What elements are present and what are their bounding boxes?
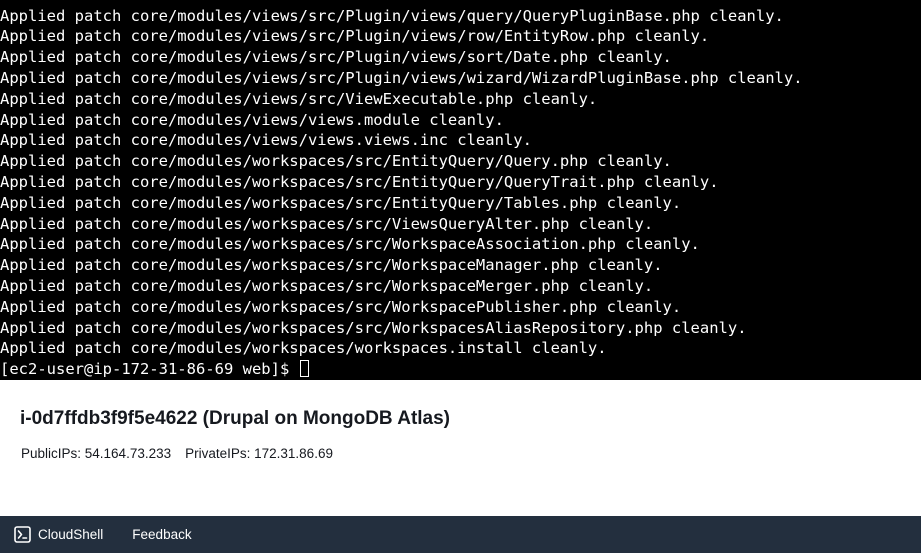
terminal-line: Applied patch core/modules/workspaces/sr… (0, 256, 663, 275)
terminal-output: Applied patch core/modules/views/src/Plu… (0, 6, 921, 380)
instance-title: i-0d7ffdb3f9f5e4622 (Drupal on MongoDB A… (20, 408, 451, 429)
terminal-line: Applied patch core/modules/workspaces/sr… (0, 277, 654, 296)
shell-prompt: [ec2-user@ip-172-31-86-69 web]$ (0, 360, 299, 379)
terminal-line: Applied patch core/modules/views/src/Plu… (0, 6, 784, 25)
terminal-line: Applied patch core/modules/views/src/Vie… (0, 89, 598, 108)
terminal-line: Applied patch core/modules/workspaces/sr… (0, 235, 700, 254)
terminal-cursor (299, 360, 309, 378)
feedback-button[interactable]: Feedback (132, 527, 191, 542)
terminal-line: Applied patch core/modules/workspaces/sr… (0, 193, 682, 212)
terminal-prompt-line[interactable]: [ec2-user@ip-172-31-86-69 web]$ (0, 359, 921, 380)
terminal-line: Applied patch core/modules/workspaces/sr… (0, 297, 682, 316)
terminal-line: Applied patch core/modules/workspaces/sr… (0, 152, 672, 171)
terminal-line: Applied patch core/modules/workspaces/sr… (0, 318, 747, 337)
terminal-window[interactable]: Applied patch core/modules/views/src/Plu… (0, 0, 921, 380)
public-ips: PublicIPs: 54.164.73.233 (21, 446, 172, 461)
cloudshell-button[interactable]: CloudShell (14, 526, 103, 543)
feedback-label: Feedback (132, 527, 192, 542)
terminal-line: Applied patch core/modules/views/src/Plu… (0, 69, 803, 88)
terminal-line: Applied patch core/modules/workspaces/sr… (0, 214, 654, 233)
terminal-line: Applied patch core/modules/views/views.v… (0, 131, 532, 150)
console-footer: CloudShell Feedback (0, 516, 921, 553)
instance-info-panel: i-0d7ffdb3f9f5e4622 (Drupal on MongoDB A… (0, 380, 921, 516)
private-ips: PrivateIPs: 172.31.86.69 (185, 446, 333, 461)
terminal-line: Applied patch core/modules/views/src/Plu… (0, 48, 672, 67)
cloudshell-label: CloudShell (38, 527, 104, 542)
terminal-line: Applied patch core/modules/workspaces/sr… (0, 173, 719, 192)
terminal-line: Applied patch core/modules/views/views.m… (0, 110, 504, 129)
terminal-line: Applied patch core/modules/views/src/Plu… (0, 27, 710, 46)
instance-ip-addresses: PublicIPs: 54.164.73.233 PrivateIPs: 172.… (21, 446, 333, 461)
terminal-prompt-icon (14, 526, 31, 543)
terminal-line: Applied patch core/modules/workspaces/wo… (0, 339, 607, 358)
